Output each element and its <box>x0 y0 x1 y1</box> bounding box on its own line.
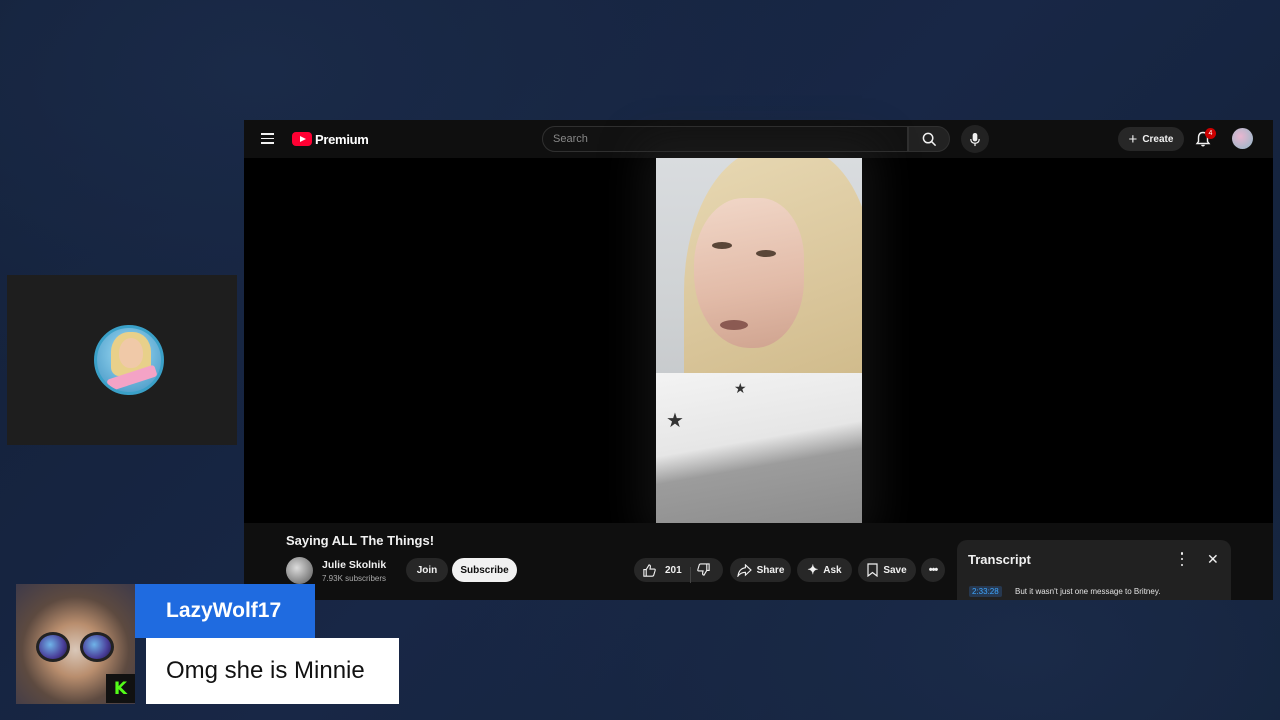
transcript-timestamp[interactable]: 2:33:28 <box>969 586 1002 597</box>
subscriber-count: 7.93K subscribers <box>322 574 387 583</box>
voice-search-button[interactable] <box>961 125 989 153</box>
youtube-play-icon <box>292 132 312 146</box>
subscribe-button[interactable]: Subscribe <box>452 558 517 582</box>
video-title: Saying ALL The Things! <box>286 533 435 548</box>
account-avatar[interactable] <box>1232 128 1253 149</box>
youtube-window: Premium Search + Create 4 ★ ★ Saying ALL… <box>244 120 1273 600</box>
share-arrow-icon <box>736 563 752 577</box>
stream-cam-panel <box>7 275 237 445</box>
chat-username: LazyWolf17 <box>135 584 315 638</box>
sparkle-icon: ✦ <box>807 562 819 577</box>
save-button[interactable]: Save <box>858 558 916 582</box>
notification-count-badge: 4 <box>1205 128 1216 139</box>
transcript-title: Transcript <box>968 552 1031 567</box>
streamer-avatar <box>94 325 164 395</box>
logo-text: Premium <box>315 131 369 147</box>
channel-name[interactable]: Julie Skolnik <box>322 559 386 571</box>
dislike-button[interactable] <box>696 562 711 582</box>
hamburger-menu-icon[interactable] <box>261 133 274 144</box>
save-label: Save <box>883 564 907 576</box>
video-player[interactable]: ★ ★ <box>244 158 1273 523</box>
like-count: 201 <box>665 564 682 576</box>
bookmark-icon <box>867 563 878 577</box>
share-label: Share <box>756 564 785 576</box>
thumbs-down-icon <box>697 563 710 576</box>
chat-message: Omg she is Minnie <box>146 638 399 704</box>
like-dislike-divider <box>690 567 691 583</box>
thumbs-up-icon <box>643 563 656 577</box>
transcript-line[interactable]: But it wasn't just one message to Britne… <box>1015 587 1160 596</box>
kick-logo-icon: K <box>106 674 135 703</box>
transcript-panel: Transcript ✕ 2:33:28 But it wasn't just … <box>957 540 1231 600</box>
search-button[interactable] <box>908 126 950 152</box>
ask-label: Ask <box>823 564 842 576</box>
microphone-icon <box>970 132 980 146</box>
video-info: Saying ALL The Things! Julie Skolnik 7.9… <box>244 523 1273 600</box>
share-button[interactable]: Share <box>730 558 791 582</box>
plus-icon: + <box>1128 130 1138 148</box>
join-button[interactable]: Join <box>406 558 448 582</box>
create-button[interactable]: + Create <box>1118 127 1184 151</box>
search-icon <box>922 132 936 146</box>
transcript-menu-icon[interactable] <box>1179 552 1185 566</box>
youtube-logo[interactable]: Premium <box>292 131 369 147</box>
more-horizontal-icon: ••• <box>928 564 939 576</box>
channel-avatar[interactable] <box>286 557 313 584</box>
youtube-header: Premium Search + Create 4 <box>244 120 1273 158</box>
more-actions-button[interactable]: ••• <box>921 558 945 582</box>
ask-button[interactable]: ✦ Ask <box>797 558 852 582</box>
search-input[interactable]: Search <box>542 126 908 152</box>
create-label: Create <box>1142 133 1174 145</box>
close-icon[interactable]: ✕ <box>1207 551 1219 568</box>
video-frame: ★ ★ <box>656 158 862 523</box>
